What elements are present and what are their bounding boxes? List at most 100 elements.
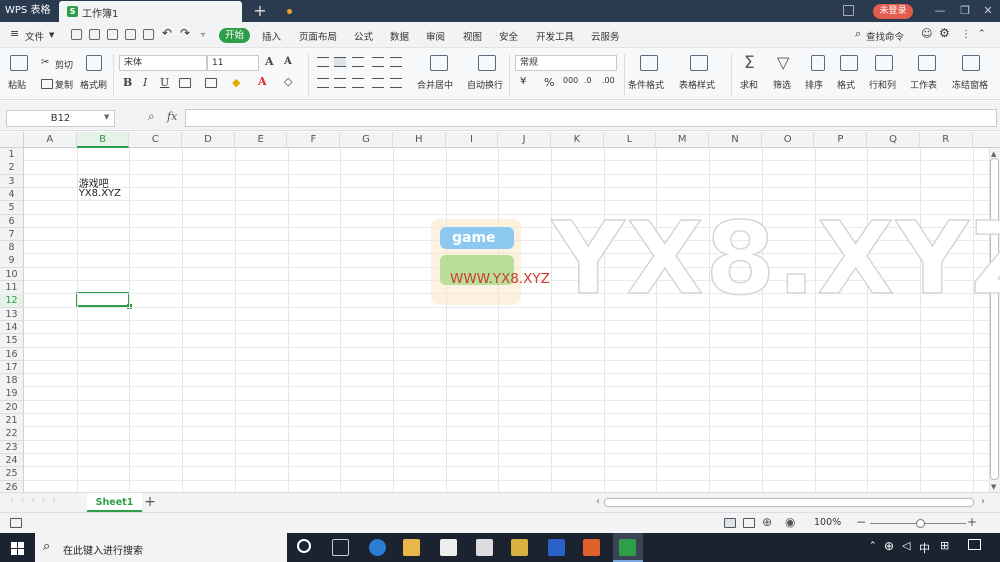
align-top-icon[interactable] (317, 57, 329, 67)
document-tab[interactable]: S 工作簿1 (59, 1, 292, 22)
print-preview-icon[interactable] (143, 29, 154, 40)
name-box-dropdown-icon[interactable]: ▼ (104, 113, 109, 121)
font-size-select[interactable]: 11 (207, 55, 259, 71)
column-header-b[interactable]: B (76, 132, 130, 148)
save-icon[interactable] (89, 29, 100, 40)
row-header-3[interactable]: 3 (0, 174, 24, 189)
row-header-10[interactable]: 10 (0, 267, 24, 282)
align-left-icon[interactable] (317, 78, 329, 88)
decrease-decimal-icon[interactable]: .00 (602, 76, 615, 85)
column-header-c[interactable]: C (129, 132, 183, 148)
undo-icon[interactable]: ↶ (162, 26, 172, 40)
column-header-d[interactable]: D (182, 132, 235, 148)
tab-security[interactable]: 安全 (499, 29, 518, 43)
wps-presentation-icon[interactable] (583, 539, 600, 556)
page-break-view-icon[interactable] (743, 518, 755, 528)
decrease-font-icon[interactable]: A (284, 56, 292, 67)
row-header-5[interactable]: 5 (0, 201, 24, 215)
conditional-format-icon[interactable] (640, 55, 658, 71)
tab-review[interactable]: 审阅 (426, 29, 445, 43)
sort-button[interactable]: 排序 (805, 78, 823, 91)
column-header-r[interactable]: R (920, 132, 973, 148)
column-header-h[interactable]: H (393, 132, 446, 148)
align-right-icon[interactable] (352, 78, 364, 88)
paste-button[interactable]: 粘贴 (8, 78, 26, 91)
select-all-corner[interactable] (0, 132, 24, 148)
indent-decrease-icon[interactable] (372, 57, 384, 67)
column-header-n[interactable]: N (709, 132, 762, 148)
input-method-indicator[interactable]: 中 (919, 540, 930, 556)
notification-icon[interactable] (968, 539, 981, 550)
row-header-15[interactable]: 15 (0, 334, 24, 348)
column-header-p[interactable]: P (815, 132, 868, 148)
find-command-button[interactable]: 查找命令 (866, 29, 904, 43)
add-sheet-button[interactable]: + (143, 493, 157, 512)
row-header-26[interactable]: 26 (0, 480, 24, 492)
eye-protection-icon[interactable]: ◉ (785, 515, 795, 529)
column-header-q[interactable]: Q (867, 132, 920, 148)
restore-icon[interactable]: ❐ (955, 2, 975, 20)
collapse-ribbon-icon[interactable]: ⌃ (978, 29, 986, 39)
wrap-text-button[interactable]: 自动换行 (467, 78, 503, 91)
task-view-icon[interactable] (332, 539, 349, 556)
freeze-panes-icon[interactable] (962, 55, 980, 71)
cortana-icon[interactable] (297, 539, 311, 553)
taskbar-search-box[interactable]: ⌕ 在此键入进行搜索 (35, 533, 287, 562)
column-header-k[interactable]: K (551, 132, 604, 148)
row-col-icon[interactable] (875, 55, 893, 71)
hamburger-icon[interactable]: ≡ (10, 27, 19, 40)
column-header-o[interactable]: O (762, 132, 815, 148)
row-header-2[interactable]: 2 (0, 161, 24, 175)
search-icon[interactable]: ⌕ (855, 27, 861, 41)
zoom-slider-knob[interactable] (916, 519, 925, 528)
row-header-1[interactable]: 1 (0, 148, 24, 162)
tab-view[interactable]: 视图 (463, 29, 482, 43)
smiley-icon[interactable]: ☺ (921, 27, 932, 40)
justify-icon[interactable] (372, 78, 384, 88)
column-header-l[interactable]: L (604, 132, 657, 148)
file-explorer-icon[interactable] (403, 539, 420, 556)
percent-icon[interactable]: % (544, 76, 554, 89)
row-col-button[interactable]: 行和列 (869, 78, 896, 91)
column-header-m[interactable]: M (656, 132, 710, 148)
row-header-13[interactable]: 13 (0, 307, 24, 322)
freeze-panes-button[interactable]: 冻结窗格 (952, 78, 988, 91)
minimize-icon[interactable]: — (930, 2, 950, 20)
horizontal-scrollbar[interactable] (604, 498, 974, 507)
number-format-select[interactable]: 常规 (515, 55, 617, 71)
tab-home[interactable]: 开始 (219, 28, 250, 43)
thousands-icon[interactable]: 000 (563, 76, 578, 85)
indent-increase-icon[interactable] (390, 57, 402, 67)
row-header-7[interactable]: 7 (0, 227, 24, 242)
row-header-14[interactable]: 14 (0, 320, 24, 335)
chevron-down-icon[interactable]: ▼ (49, 31, 54, 39)
new-tab-button[interactable]: + (253, 1, 267, 21)
row-header-9[interactable]: 9 (0, 254, 24, 268)
sheet-tab-sheet1[interactable]: Sheet1 (87, 493, 142, 512)
clear-format-icon[interactable]: ◇ (284, 75, 292, 88)
login-button[interactable]: 未登录 (873, 4, 913, 19)
windows-start-icon[interactable] (11, 542, 24, 555)
tab-formulas[interactable]: 公式 (354, 29, 373, 43)
format-painter-button[interactable]: 格式刷 (80, 78, 107, 91)
quick-access-more-icon[interactable]: ▿ (201, 30, 205, 39)
zoom-magnifier-icon[interactable]: ⌕ (148, 109, 155, 124)
format-icon[interactable] (840, 55, 858, 71)
cut-button[interactable]: 剪切 (55, 58, 73, 71)
zoom-out-icon[interactable]: − (856, 515, 866, 529)
row-header-17[interactable]: 17 (0, 360, 24, 375)
cell-style-icon[interactable] (205, 78, 217, 88)
column-header-f[interactable]: F (288, 132, 341, 148)
format-button[interactable]: 格式 (837, 78, 855, 91)
merge-center-button[interactable]: 合并居中 (417, 78, 453, 91)
row-header-24[interactable]: 24 (0, 453, 24, 468)
window-mode-icon[interactable] (843, 5, 854, 16)
export-pdf-icon[interactable] (107, 29, 118, 40)
open-folder-icon[interactable] (71, 29, 82, 40)
worksheet-icon[interactable] (918, 55, 936, 71)
row-header-16[interactable]: 16 (0, 347, 24, 361)
formula-input[interactable] (185, 109, 997, 127)
network-icon[interactable]: ⊕ (884, 539, 894, 553)
tab-data[interactable]: 数据 (390, 29, 409, 43)
mail-icon[interactable] (476, 539, 493, 556)
